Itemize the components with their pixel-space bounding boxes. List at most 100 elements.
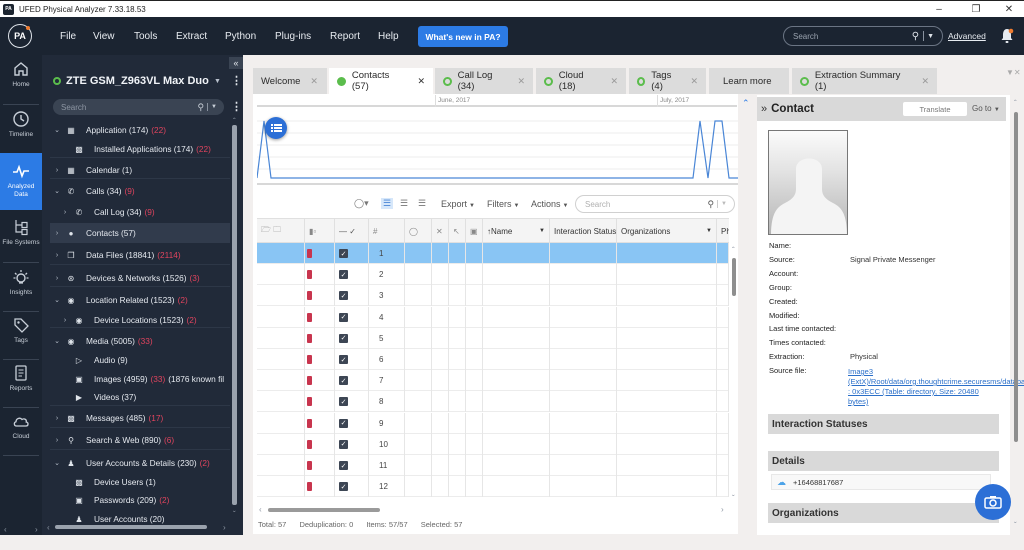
nav-scroll-left[interactable]: ‹ (4, 525, 7, 534)
menu-help[interactable]: Help (378, 31, 399, 42)
tree-horizontal-scrollbar[interactable] (55, 525, 207, 529)
menu-extract[interactable]: Extract (176, 31, 207, 42)
tree-item[interactable]: ⌄ ◉ Media (5005) (33) (50, 331, 230, 351)
column-organizations[interactable]: Organizations ▼ (617, 219, 717, 243)
table-row[interactable]: ✓ 5 (257, 327, 729, 349)
nav-cloud[interactable]: Cloud (0, 412, 42, 454)
section-details[interactable]: Details (768, 451, 999, 471)
search-dropdown-icon[interactable]: ▼ (721, 201, 727, 207)
screenshot-button[interactable] (975, 484, 1011, 520)
table-row[interactable]: ✓ 4 (257, 306, 729, 328)
nav-insights[interactable]: Insights (0, 268, 42, 310)
pin-column-icon[interactable]: ↖ (449, 219, 466, 243)
nav-reports[interactable]: Reports (0, 364, 42, 406)
tab-tags[interactable]: Tags (4) ✕ (629, 68, 706, 94)
row-checkbox[interactable]: ✓ (339, 249, 348, 258)
column-phone[interactable]: Ph (717, 219, 729, 243)
tree-item[interactable]: › ▩ Messages (485) (17) (50, 408, 230, 428)
column-interaction-status[interactable]: Interaction Status (550, 219, 617, 243)
table-row[interactable]: ✓ 7 (257, 370, 729, 392)
tree-item[interactable]: ▣ Passwords (209) (2) (50, 490, 230, 510)
tree-item[interactable]: ▩ Installed Applications (174) (22) (50, 139, 230, 159)
close-tab-icon[interactable]: ✕ (921, 76, 929, 87)
menu-view[interactable]: View (93, 31, 115, 42)
table-row[interactable]: ✓ 11 (257, 455, 729, 476)
chevron-down-icon[interactable]: ⌄ (50, 126, 64, 134)
search-icon[interactable]: ⚲ (197, 102, 204, 113)
close-tab-icon[interactable]: ✕ (417, 76, 425, 87)
tree-search[interactable]: Search ⚲ ▼ (53, 99, 224, 115)
device-selector[interactable]: ZTE GSM_Z963VL Max Duo (53, 75, 209, 87)
search-dropdown-icon[interactable]: ▼ (211, 104, 217, 110)
menu-tools[interactable]: Tools (134, 31, 157, 42)
tab-contacts[interactable]: Contacts (57) ✕ (329, 68, 433, 94)
chevron-down-icon[interactable]: ⌄ (50, 459, 64, 467)
tree-scroll-up[interactable]: ˆ (233, 117, 236, 126)
pa-logo[interactable]: PA (8, 24, 32, 48)
grid-search-input[interactable]: Search (585, 200, 707, 209)
menu-report[interactable]: Report (330, 31, 360, 42)
row-checkbox[interactable]: ✓ (339, 482, 348, 492)
grid-scroll-left[interactable]: ‹ (259, 505, 262, 514)
row-checkbox[interactable]: ✓ (339, 270, 348, 280)
close-tab-icon[interactable]: ✕ (690, 76, 698, 87)
chevron-down-icon[interactable]: ⌄ (50, 296, 64, 304)
avatar-column-icon[interactable]: ▣ (466, 219, 483, 243)
row-checkbox[interactable]: ✓ (339, 461, 348, 470)
device-dropdown-icon[interactable]: ▼ (214, 78, 221, 85)
tree-item[interactable]: › ✆ Call Log (34) (9) (50, 202, 230, 222)
nav-home[interactable]: Home (0, 60, 42, 102)
actions-menu[interactable]: Actions ▼ (531, 199, 568, 209)
tab-learn-more[interactable]: Learn more (709, 68, 789, 94)
tree-item[interactable]: ▷ Audio (9) (50, 350, 230, 370)
tree-vertical-scrollbar[interactable] (232, 125, 237, 505)
export-menu[interactable]: Export ▼ (441, 199, 475, 209)
goto-menu[interactable]: Go to ▼ (972, 104, 1000, 113)
column-filter-icon[interactable]: ▼ (706, 228, 712, 234)
menu-python[interactable]: Python (225, 31, 256, 42)
chevron-right-icon[interactable]: › (58, 209, 72, 216)
tree-item[interactable]: ▩ Device Users (1) (50, 472, 230, 492)
chevron-down-icon[interactable]: ⌄ (50, 187, 64, 195)
row-checkbox[interactable]: ✓ (339, 397, 348, 407)
expand-panel-icon[interactable]: » (761, 103, 767, 115)
nav-scroll-right[interactable]: › (35, 525, 38, 534)
tree-scroll-left[interactable]: ‹ (47, 523, 50, 532)
chevron-right-icon[interactable]: › (50, 167, 64, 174)
search-icon[interactable]: ⚲ (707, 199, 714, 210)
collapse-panel-button[interactable]: « (229, 57, 243, 69)
table-row[interactable]: ✓ 9 (257, 412, 729, 434)
tree-item[interactable]: ▣ Images (4959) (33) (1876 known fil (50, 369, 230, 389)
menu-plugins[interactable]: Plug-ins (275, 31, 311, 42)
table-row[interactable]: ✓ 10 (257, 433, 729, 455)
column-name[interactable]: ↑ Name ▼ (483, 219, 550, 243)
table-row[interactable]: ✓ 1 (257, 243, 729, 264)
grid-horizontal-scrollbar[interactable] (268, 508, 380, 512)
column-filter-icon[interactable]: ▼ (539, 228, 545, 234)
source-file-link[interactable]: Image3 (ExtX)/Root/data/org.thoughtcrime… (848, 367, 1024, 407)
tree-item[interactable]: ⌄ ♟ User Accounts & Details (230) (2) (50, 453, 230, 473)
contact-vertical-scrollbar[interactable] (1014, 112, 1018, 442)
close-tab-icon[interactable]: ✕ (310, 76, 318, 87)
tag-filter-icon[interactable]: ◯▾ (354, 198, 369, 209)
section-interaction-statuses[interactable]: Interaction Statuses (768, 414, 999, 434)
minimize-button[interactable]: – (924, 1, 954, 18)
menu-file[interactable]: File (60, 31, 76, 42)
row-checkbox[interactable]: ✓ (339, 333, 348, 343)
tab-welcome[interactable]: Welcome ✕ (253, 68, 327, 94)
detail-phone-row[interactable]: ☁ +16468817687 (771, 474, 991, 490)
close-tab-icon[interactable]: ✕ (517, 76, 525, 87)
row-checkbox[interactable]: ✓ (339, 439, 348, 449)
table-row[interactable]: ✓ 8 (257, 391, 729, 413)
table-row[interactable]: ✓ 12 (257, 476, 729, 498)
tab-call-log[interactable]: Call Log (34) ✕ (435, 68, 533, 94)
contact-scroll-up[interactable]: ˆ (1014, 99, 1017, 108)
tree-item[interactable]: › ⚲ Search & Web (890) (6) (50, 430, 230, 450)
timeline-list-button[interactable] (265, 117, 287, 139)
nav-analyzed-data[interactable]: Analyzed Data (0, 153, 42, 210)
tree-item[interactable]: › ⊛ Devices & Networks (1526) (3) (50, 268, 230, 288)
advanced-search-link[interactable]: Advanced (948, 31, 986, 41)
grid-scroll-right[interactable]: › (721, 505, 724, 514)
chevron-right-icon[interactable]: › (50, 415, 64, 422)
nav-tags[interactable]: Tags (0, 316, 42, 358)
